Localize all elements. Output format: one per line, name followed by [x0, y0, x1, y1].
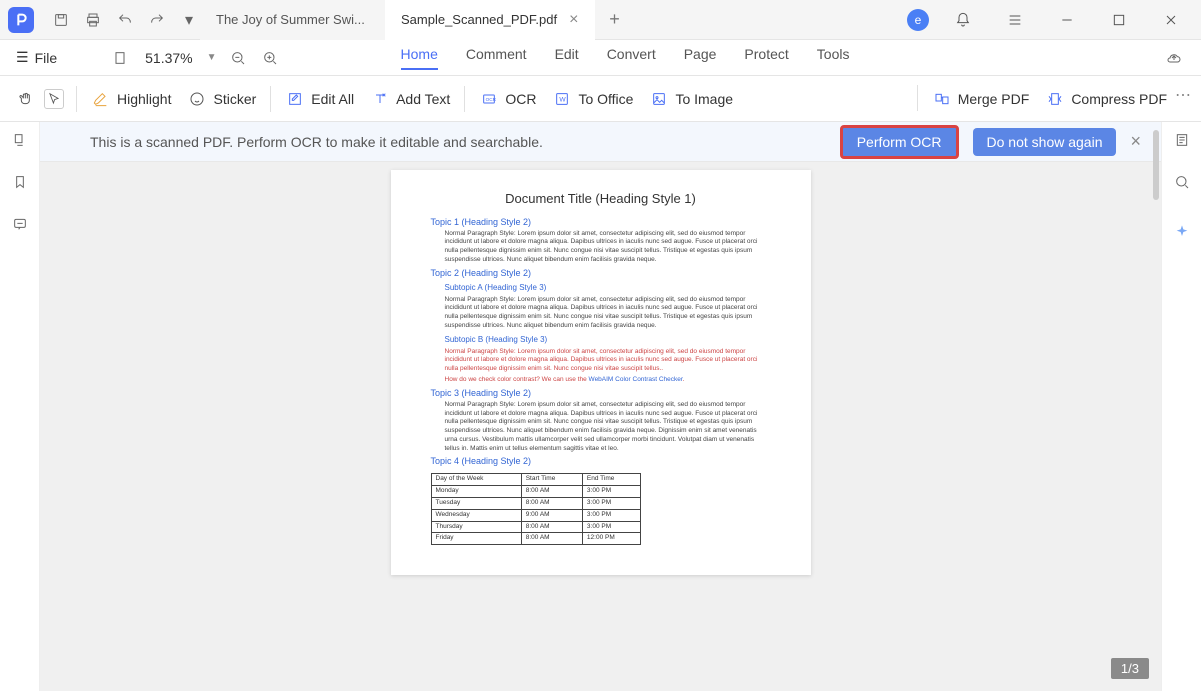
- add-text-tool[interactable]: Add Text: [362, 85, 458, 113]
- ocr-icon: OCR: [479, 89, 499, 109]
- to-image-tool[interactable]: To Image: [641, 85, 741, 113]
- menu-home[interactable]: Home: [401, 46, 438, 70]
- zoom-in-icon[interactable]: [259, 47, 281, 69]
- close-icon[interactable]: ×: [569, 11, 578, 29]
- word-icon: W: [552, 89, 572, 109]
- maximize-icon[interactable]: [1101, 2, 1137, 38]
- thumbnails-icon[interactable]: [8, 128, 32, 152]
- more-icon[interactable]: ⋯: [1175, 85, 1191, 113]
- text-icon: [370, 89, 390, 109]
- menu-edit[interactable]: Edit: [555, 46, 579, 70]
- topic-heading: Topic 4 (Heading Style 2): [431, 455, 771, 467]
- avatar[interactable]: e: [907, 9, 929, 31]
- cloud-icon[interactable]: [1163, 47, 1185, 69]
- do-not-show-button[interactable]: Do not show again: [973, 128, 1117, 156]
- tab-label: The Joy of Summer Swi...: [216, 12, 365, 27]
- titlebar: ▾ The Joy of Summer Swi... Sample_Scanne…: [0, 0, 1201, 40]
- doc-para: Normal Paragraph Style: Lorem ipsum dolo…: [431, 230, 771, 265]
- doc-para: Normal Paragraph Style: Lorem ipsum dolo…: [431, 401, 771, 454]
- merge-icon: [932, 89, 952, 109]
- zoom-level[interactable]: 51.37%: [145, 50, 192, 66]
- zoom-out-icon[interactable]: [227, 47, 249, 69]
- sidebar-left: [0, 122, 40, 691]
- save-icon[interactable]: [50, 9, 72, 31]
- menu-comment[interactable]: Comment: [466, 46, 527, 70]
- edit-all-tool[interactable]: Edit All: [277, 85, 362, 113]
- dropdown-icon[interactable]: ▾: [178, 9, 200, 31]
- svg-text:OCR: OCR: [486, 97, 497, 102]
- topic-heading: Topic 2 (Heading Style 2): [431, 267, 771, 279]
- highlight-icon: [91, 89, 111, 109]
- file-menu[interactable]: ☰ File: [16, 49, 57, 66]
- menu-page[interactable]: Page: [684, 46, 717, 70]
- sidebar-right: [1161, 122, 1201, 691]
- banner-message: This is a scanned PDF. Perform OCR to ma…: [90, 134, 543, 150]
- document-page: Document Title (Heading Style 1) Topic 1…: [391, 170, 811, 575]
- properties-icon[interactable]: [1170, 128, 1194, 152]
- sticker-icon: [187, 89, 207, 109]
- fit-page-icon[interactable]: [109, 47, 131, 69]
- redo-icon[interactable]: [146, 9, 168, 31]
- bookmark-icon[interactable]: [8, 170, 32, 194]
- contrast-link: WebAIM Color Contrast Checker: [589, 376, 683, 383]
- menu-protect[interactable]: Protect: [744, 46, 788, 70]
- topic-heading: Topic 3 (Heading Style 2): [431, 387, 771, 399]
- print-icon[interactable]: [82, 9, 104, 31]
- tab-label: Sample_Scanned_PDF.pdf: [401, 12, 557, 27]
- add-tab-button[interactable]: +: [599, 5, 629, 35]
- doc-title: Document Title (Heading Style 1): [431, 190, 771, 208]
- subtopic-heading: Subtopic A (Heading Style 3): [431, 283, 771, 294]
- comment-icon[interactable]: [8, 212, 32, 236]
- doc-para: Normal Paragraph Style: Lorem ipsum dolo…: [431, 348, 771, 374]
- hand-tool-icon[interactable]: [16, 89, 36, 109]
- content-area[interactable]: This is a scanned PDF. Perform OCR to ma…: [40, 122, 1161, 691]
- close-banner-icon[interactable]: ×: [1130, 131, 1141, 152]
- schedule-table: Day of the Week Start Time End Time Mond…: [431, 473, 642, 545]
- doc-para: Normal Paragraph Style: Lorem ipsum dolo…: [431, 296, 771, 331]
- to-office-tool[interactable]: W To Office: [544, 85, 641, 113]
- bell-icon[interactable]: [945, 2, 981, 38]
- edit-icon: [285, 89, 305, 109]
- chevron-down-icon[interactable]: ▼: [207, 52, 217, 63]
- scrollbar[interactable]: [1153, 130, 1159, 430]
- ocr-banner: This is a scanned PDF. Perform OCR to ma…: [40, 122, 1161, 162]
- close-window-icon[interactable]: [1153, 2, 1189, 38]
- search-icon[interactable]: [1170, 170, 1194, 194]
- hamburger-icon[interactable]: [997, 2, 1033, 38]
- menubar: ☰ File 51.37% ▼ Home Comment Edit Conver…: [0, 40, 1201, 76]
- topic-heading: Topic 1 (Heading Style 2): [431, 216, 771, 228]
- subtopic-heading: Subtopic B (Heading Style 3): [431, 335, 771, 346]
- doc-para: How do we check color contrast? We can u…: [431, 376, 771, 385]
- tab-active[interactable]: Sample_Scanned_PDF.pdf ×: [385, 0, 595, 40]
- highlight-tool[interactable]: Highlight: [83, 85, 179, 113]
- minimize-icon[interactable]: [1049, 2, 1085, 38]
- sticker-tool[interactable]: Sticker: [179, 85, 264, 113]
- compress-pdf-tool[interactable]: Compress PDF: [1037, 85, 1175, 113]
- perform-ocr-button[interactable]: Perform OCR: [840, 125, 959, 159]
- compress-icon: [1045, 89, 1065, 109]
- ai-sparkle-icon[interactable]: [1170, 220, 1194, 244]
- tab-inactive[interactable]: The Joy of Summer Swi...: [200, 0, 385, 40]
- toolbar: Highlight Sticker Edit All Add Text OCR …: [0, 76, 1201, 122]
- menu-convert[interactable]: Convert: [607, 46, 656, 70]
- menu-tools[interactable]: Tools: [817, 46, 850, 70]
- select-tool-icon[interactable]: [44, 89, 64, 109]
- undo-icon[interactable]: [114, 9, 136, 31]
- svg-text:W: W: [560, 96, 567, 103]
- hamburger-icon: ☰: [16, 49, 29, 66]
- merge-pdf-tool[interactable]: Merge PDF: [924, 85, 1038, 113]
- app-logo[interactable]: [8, 7, 34, 33]
- page-counter[interactable]: 1/3: [1111, 658, 1149, 679]
- ocr-tool[interactable]: OCR OCR: [471, 85, 544, 113]
- main-area: This is a scanned PDF. Perform OCR to ma…: [0, 122, 1201, 691]
- image-icon: [649, 89, 669, 109]
